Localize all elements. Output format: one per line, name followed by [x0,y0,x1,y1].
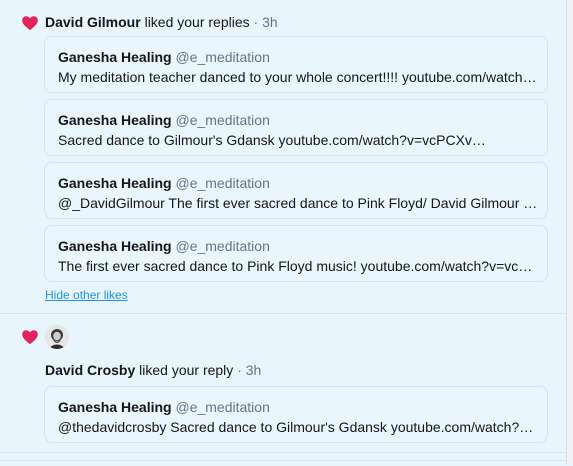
notification-headline: David Gilmour liked your replies · 3h [45,13,278,31]
tweet-author-handle[interactable]: @e_meditation [175,175,269,191]
tweet-author-handle[interactable]: @e_meditation [175,238,269,254]
notifications-feed: David Gilmour liked your replies · 3h Ga… [0,0,567,465]
tweet-author: Ganesha Healing @e_meditation [58,398,270,416]
tweet-author-name[interactable]: Ganesha Healing [58,112,172,128]
heart-icon [21,328,39,346]
separator-dot: · [237,362,242,378]
separator-dot: · [253,14,259,30]
next-notification-divider [0,460,566,466]
tweet-text: Sacred dance to Gilmour's Gdansk youtube… [58,132,486,148]
tweet-author-name[interactable]: Ganesha Healing [58,49,172,65]
tweet-author-name[interactable]: Ganesha Healing [58,238,172,254]
notification-gilmour[interactable]: David Gilmour liked your replies · 3h Ga… [0,0,566,314]
liked-tweet-card[interactable]: Ganesha Healing @e_meditation @_DavidGil… [44,162,548,219]
notification-headline: David Crosby liked your reply · 3h [45,361,261,379]
user-name-link[interactable]: David Crosby [45,362,135,378]
tweet-author-handle[interactable]: @e_meditation [175,399,269,415]
timestamp[interactable]: 3h [262,14,278,30]
tweet-text: @_DavidGilmour The first ever sacred dan… [58,195,540,211]
tweet-author-name[interactable]: Ganesha Healing [58,399,172,415]
tweet-author: Ganesha Healing @e_meditation [58,174,270,192]
liked-tweet-card[interactable]: Ganesha Healing @e_meditation The first … [44,225,548,282]
notification-crosby[interactable]: David Crosby liked your reply · 3h Ganes… [0,314,566,453]
tweet-text: @thedavidcrosby Sacred dance to Gilmour'… [58,419,540,435]
user-name-link[interactable]: David Gilmour [45,14,141,30]
timestamp[interactable]: 3h [246,362,262,378]
liked-tweet-card[interactable]: Ganesha Healing @e_meditation My meditat… [44,36,548,93]
tweet-author: Ganesha Healing @e_meditation [58,48,270,66]
notification-action: liked your reply [139,362,234,378]
tweet-text: My meditation teacher danced to your who… [58,69,537,85]
notification-action: liked your replies [144,14,250,30]
scrollbar[interactable] [567,0,573,465]
heart-icon [21,14,39,32]
tweet-text: The first ever sacred dance to Pink Floy… [58,258,540,274]
tweet-author: Ganesha Healing @e_meditation [58,111,270,129]
tweet-author: Ganesha Healing @e_meditation [58,237,270,255]
tweet-author-handle[interactable]: @e_meditation [175,112,269,128]
avatar[interactable] [45,325,69,349]
liked-tweet-card[interactable]: Ganesha Healing @e_meditation Sacred dan… [44,99,548,156]
tweet-author-name[interactable]: Ganesha Healing [58,175,172,191]
liked-tweet-card[interactable]: Ganesha Healing @e_meditation @thedavidc… [44,386,548,443]
hide-other-likes-link[interactable]: Hide other likes [45,288,128,302]
tweet-author-handle[interactable]: @e_meditation [175,49,269,65]
